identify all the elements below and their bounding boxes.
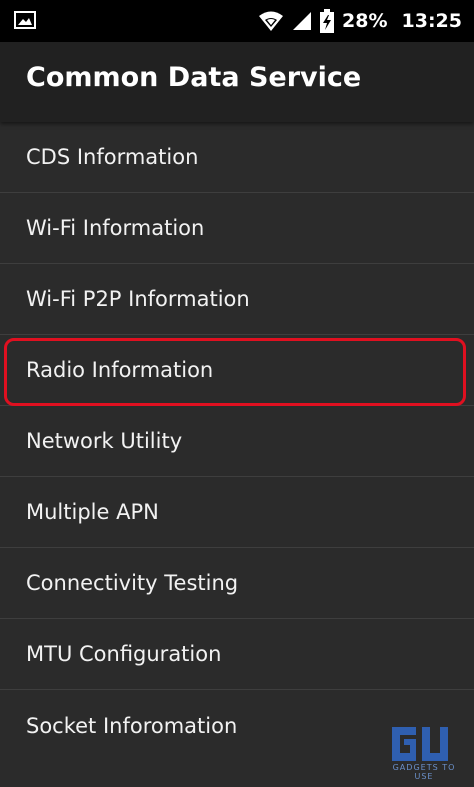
menu-item-label: Connectivity Testing bbox=[26, 571, 239, 595]
menu-item-label: Network Utility bbox=[26, 429, 183, 453]
status-bar: 28% 13:25 bbox=[0, 0, 474, 42]
menu-item-mtu-configuration[interactable]: MTU Configuration bbox=[0, 619, 474, 690]
menu-item-label: Wi-Fi P2P Information bbox=[26, 287, 250, 311]
watermark-text: GADGETS TO USE bbox=[392, 763, 456, 781]
menu-item-multiple-apn[interactable]: Multiple APN bbox=[0, 477, 474, 548]
menu-item-wifi-information[interactable]: Wi-Fi Information bbox=[0, 193, 474, 264]
menu-item-network-utility[interactable]: Network Utility bbox=[0, 406, 474, 477]
battery-charging-icon bbox=[320, 9, 335, 33]
menu-list: CDS Information Wi-Fi Information Wi-Fi … bbox=[0, 122, 474, 761]
clock: 13:25 bbox=[401, 10, 462, 32]
highlight-annotation bbox=[4, 338, 466, 406]
battery-percent: 28% bbox=[342, 10, 388, 32]
menu-item-label: Socket Inforomation bbox=[26, 713, 238, 738]
app-bar: Common Data Service bbox=[0, 42, 474, 122]
wifi-icon bbox=[258, 10, 284, 32]
menu-item-wifi-p2p-information[interactable]: Wi-Fi P2P Information bbox=[0, 264, 474, 335]
status-icons: 28% 13:25 bbox=[258, 0, 462, 42]
menu-item-label: CDS Information bbox=[26, 145, 199, 169]
menu-item-label: Wi-Fi Information bbox=[26, 216, 205, 240]
menu-item-label: MTU Configuration bbox=[26, 642, 222, 666]
signal-icon bbox=[292, 11, 312, 31]
page-title: Common Data Service bbox=[26, 62, 362, 93]
menu-item-cds-information[interactable]: CDS Information bbox=[0, 122, 474, 193]
image-icon bbox=[14, 11, 36, 29]
menu-item-label: Multiple APN bbox=[26, 500, 159, 524]
menu-item-connectivity-testing[interactable]: Connectivity Testing bbox=[0, 548, 474, 619]
